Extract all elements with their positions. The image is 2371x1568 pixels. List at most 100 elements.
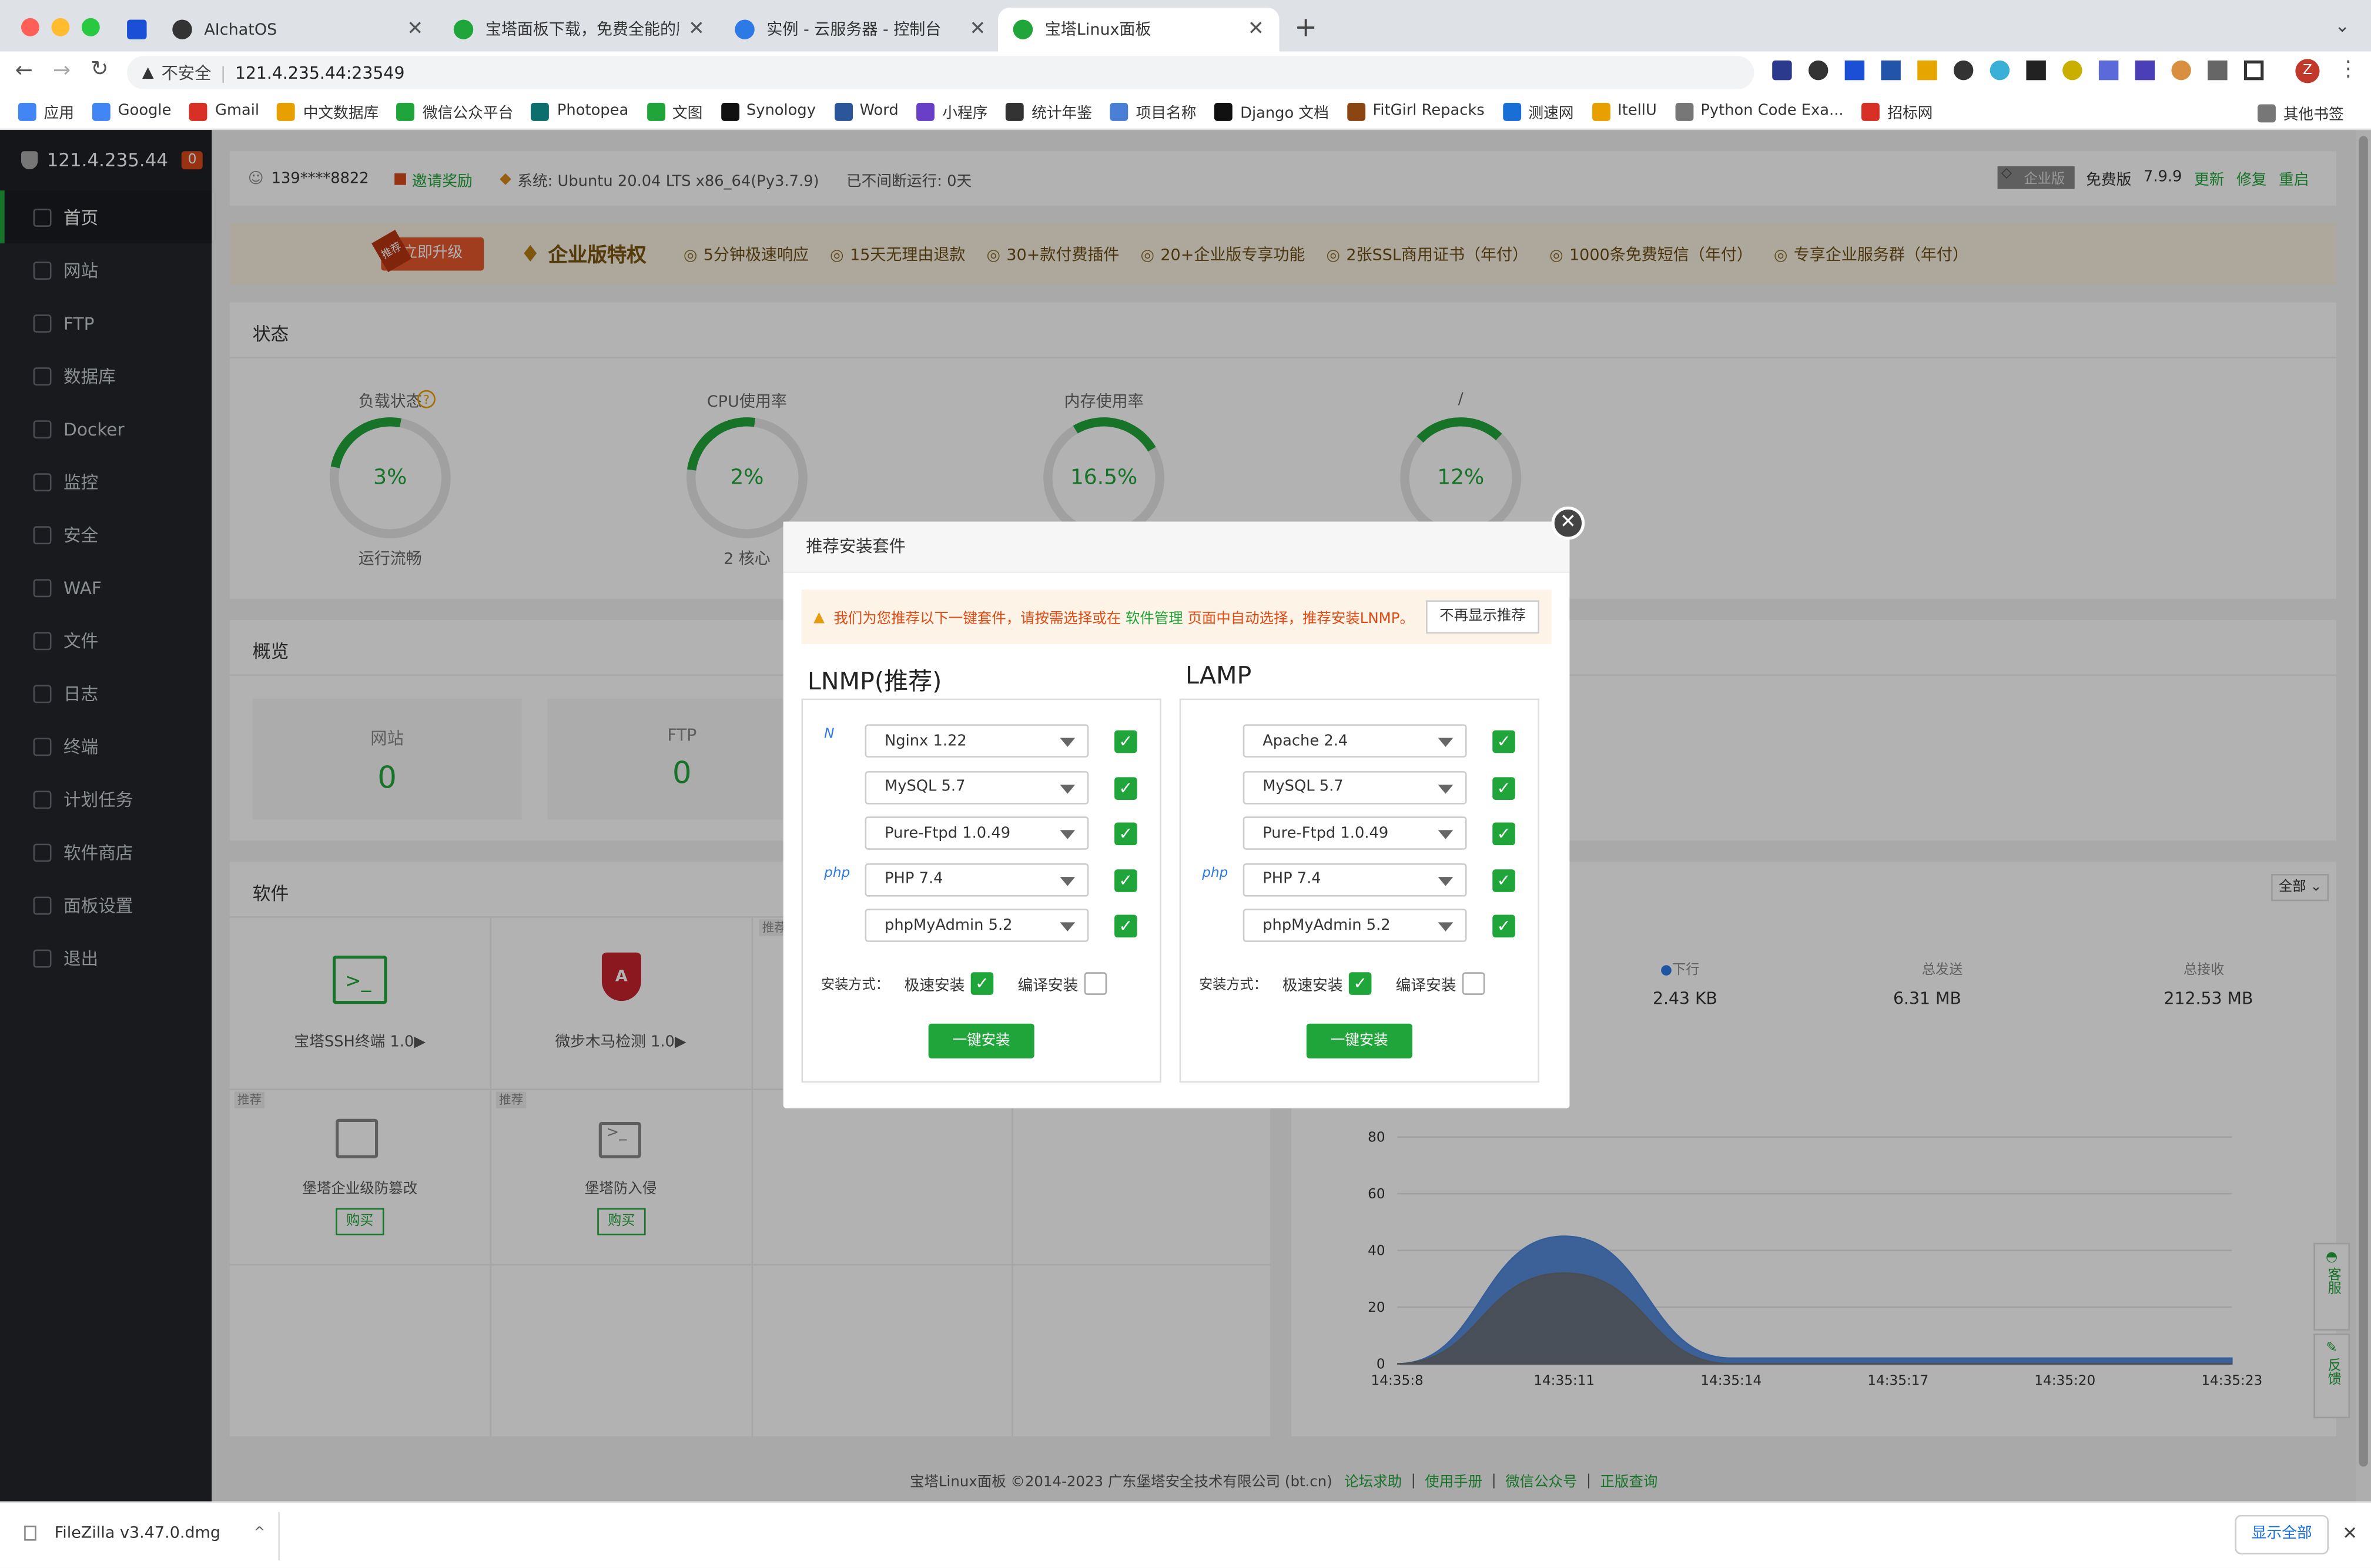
tab-close-icon[interactable]: ✕ [688, 18, 705, 41]
install-checkbox[interactable]: ✓ [1114, 776, 1137, 799]
phpmyadmin-icon [1202, 912, 1229, 939]
version-select[interactable]: MySQL 5.7 [1243, 770, 1467, 804]
install-checkbox[interactable]: ✓ [1114, 914, 1137, 938]
close-window-button[interactable] [21, 18, 39, 36]
extension-icon[interactable] [2098, 60, 2119, 81]
bookmarks-list: 应用 Google Gmail 中文数据库 微信公众平台 Photopea 文图 Synolo… [18, 100, 1951, 122]
minimize-window-button[interactable] [51, 18, 70, 36]
tab-close-icon[interactable]: ✕ [407, 18, 423, 41]
dont-show-again-button[interactable]: 不再显示推荐 [1426, 600, 1540, 634]
bookmark-item[interactable]: Python Code Exa... [1675, 102, 1844, 120]
reload-icon[interactable]: ↻ [91, 58, 108, 82]
php-icon: php [1202, 865, 1228, 881]
install-checkbox[interactable]: ✓ [1114, 730, 1137, 753]
extension-icon[interactable] [1808, 60, 1829, 81]
bookmark-item[interactable]: Photopea [531, 102, 628, 120]
extension-icon[interactable] [1844, 60, 1865, 81]
back-icon[interactable]: ← [15, 59, 33, 83]
extension-icon[interactable] [2062, 60, 2082, 81]
profile-avatar[interactable]: Z [2295, 59, 2320, 83]
install-checkbox[interactable]: ✓ [1492, 730, 1515, 753]
install-checkbox[interactable]: ✓ [1492, 869, 1515, 892]
tab-pinned[interactable] [112, 8, 154, 52]
bookmark-item[interactable]: 项目名称 [1110, 100, 1197, 122]
tab-cloud-console[interactable]: 实例 - 云服务器 - 控制台 ✕ [720, 8, 1002, 52]
forward-icon[interactable]: → [53, 59, 71, 83]
fast-install-checkbox[interactable]: ✓ [1348, 972, 1372, 995]
other-bookmarks[interactable]: 其他书签 [2258, 101, 2344, 124]
bookmark-item[interactable]: 微信公众平台 [397, 100, 513, 122]
sidebar-toggle-icon[interactable] [2243, 60, 2264, 81]
version-select[interactable]: PHP 7.4 [865, 862, 1089, 896]
compile-install-checkbox[interactable] [1084, 972, 1107, 995]
install-mode: 安装方式： 极速安装 ✓ 编译安装 [821, 972, 1107, 995]
bookmarks-bar: 应用 Google Gmail 中文数据库 微信公众平台 Photopea 文图 Synolo… [0, 93, 2371, 130]
cloud-icon [735, 19, 755, 39]
install-checkbox[interactable]: ✓ [1114, 869, 1137, 892]
bookmark-item[interactable]: 中文数据库 [277, 100, 379, 122]
bookmark-favicon-icon [1592, 102, 1610, 120]
php-icon: php [824, 865, 850, 881]
zoom-window-button[interactable] [81, 18, 100, 36]
tab-close-icon[interactable]: ✕ [1248, 18, 1264, 41]
install-checkbox[interactable]: ✓ [1114, 822, 1137, 846]
extension-icon[interactable] [1772, 60, 1792, 81]
download-item[interactable]: FileZilla v3.47.0.dmg ^ [24, 1524, 265, 1542]
version-select[interactable]: phpMyAdmin 5.2 [1243, 909, 1467, 942]
bookmark-item[interactable]: FitGirl Repacks [1347, 102, 1485, 120]
tab-search-chevron-icon[interactable]: ⌄ [2335, 15, 2350, 36]
bookmark-item[interactable]: ItellU [1592, 102, 1657, 120]
warning-icon: ▲ [142, 64, 154, 81]
bookmark-item[interactable]: Gmail [189, 102, 259, 120]
url-field[interactable]: ▲ 不安全 | 121.4.235.44:23549 [127, 56, 1754, 89]
stack-panel-lnmp: N Nginx 1.22 ✓ MySQL 5.7 ✓ Pure-Ftpd 1.0.49 ✓ p… [801, 698, 1161, 1083]
new-tab-button[interactable]: + [1294, 12, 1317, 44]
tab-close-icon[interactable]: ✕ [969, 18, 986, 41]
tab-bt-panel[interactable]: 宝塔Linux面板 ✕ [997, 7, 1280, 52]
show-all-downloads-button[interactable]: 显示全部 [2235, 1515, 2329, 1554]
version-select[interactable]: MySQL 5.7 [865, 770, 1089, 804]
install-checkbox[interactable]: ✓ [1492, 822, 1515, 846]
bookmark-item[interactable]: 招标网 [1861, 100, 1933, 122]
version-select[interactable]: Nginx 1.22 [865, 724, 1089, 758]
fast-install-checkbox[interactable]: ✓ [970, 972, 994, 995]
bookmark-item[interactable]: 文图 [647, 100, 702, 122]
bookmark-item[interactable]: Word [833, 102, 899, 120]
bookmark-item[interactable]: 小程序 [916, 100, 987, 122]
dialog-close-icon[interactable]: ✕ [1551, 506, 1585, 540]
bookmark-item[interactable]: 统计年鉴 [1006, 100, 1092, 122]
bookmark-favicon-icon [18, 102, 36, 120]
stack-title: LAMP [1185, 661, 1252, 690]
extension-icon[interactable] [1917, 60, 1937, 81]
version-select[interactable]: phpMyAdmin 5.2 [865, 909, 1089, 942]
download-bar: FileZilla v3.47.0.dmg ^ 显示全部 ✕ [0, 1501, 2371, 1568]
puzzle-icon[interactable] [2208, 60, 2228, 81]
install-checkbox[interactable]: ✓ [1492, 914, 1515, 938]
one-click-install-button[interactable]: 一键安装 [1306, 1023, 1412, 1058]
extension-icon[interactable] [2171, 60, 2191, 81]
bookmark-item[interactable]: 测速网 [1502, 100, 1574, 122]
extension-icon[interactable] [1990, 60, 2010, 81]
version-select[interactable]: PHP 7.4 [1243, 862, 1467, 896]
chevron-up-icon[interactable]: ^ [254, 1526, 265, 1541]
extension-icon[interactable] [2135, 60, 2155, 81]
extension-icon[interactable] [1953, 60, 1974, 81]
bookmark-item[interactable]: Google [92, 102, 171, 120]
tab-bt-download[interactable]: 宝塔面板下载，免费全能的服务器 ✕ [438, 8, 720, 52]
extension-icon[interactable] [1881, 60, 1901, 81]
bookmark-item[interactable]: Django 文档 [1214, 100, 1329, 122]
compile-install-checkbox[interactable] [1462, 972, 1485, 995]
extension-icon[interactable] [2026, 60, 2046, 81]
version-select[interactable]: Pure-Ftpd 1.0.49 [1243, 816, 1467, 850]
version-select[interactable]: Pure-Ftpd 1.0.49 [865, 816, 1089, 850]
window-controls [21, 18, 100, 36]
bookmark-item[interactable]: 应用 [18, 100, 74, 122]
version-select[interactable]: Apache 2.4 [1243, 724, 1467, 758]
one-click-install-button[interactable]: 一键安装 [928, 1023, 1034, 1058]
install-checkbox[interactable]: ✓ [1492, 776, 1515, 799]
bookmark-item[interactable]: Synology [721, 102, 816, 120]
more-menu-icon[interactable]: ⋮ [2337, 58, 2359, 82]
software-manage-link[interactable]: 软件管理 [1126, 607, 1183, 627]
download-bar-close-icon[interactable]: ✕ [2342, 1523, 2357, 1544]
tab-aichatos[interactable]: AIchatOS ✕ [158, 8, 439, 52]
